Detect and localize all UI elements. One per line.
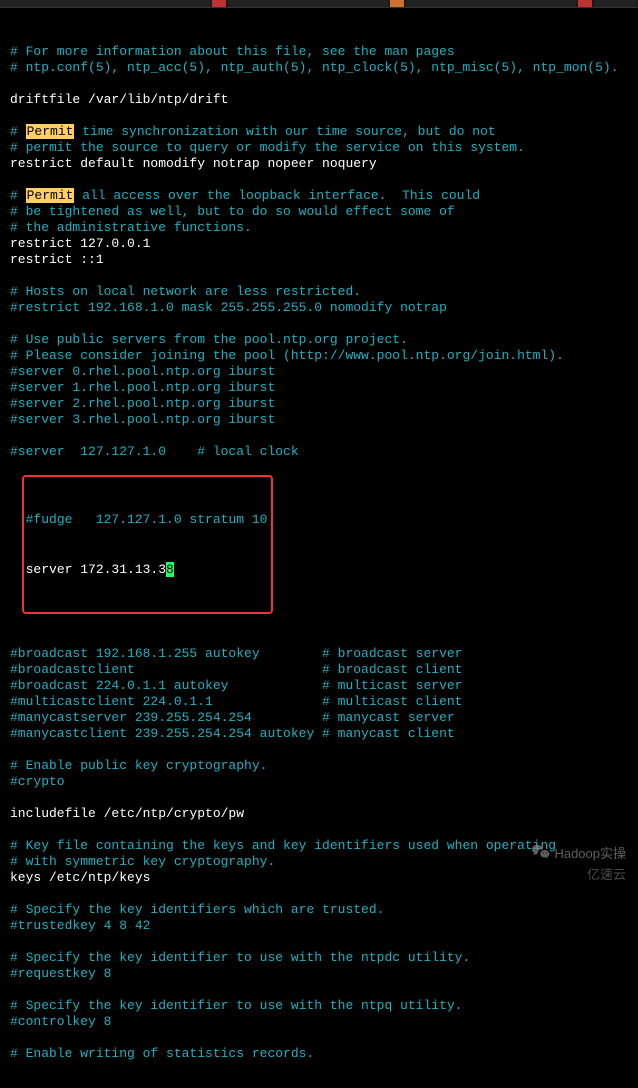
- config-line: # Please consider joining the pool (http…: [10, 348, 628, 364]
- config-line: [10, 934, 628, 950]
- search-highlight: Permit: [26, 124, 75, 139]
- config-line: # For more information about this file, …: [10, 44, 628, 60]
- config-line: [10, 982, 628, 998]
- config-line: [10, 822, 628, 838]
- config-line: restrict default nomodify notrap nopeer …: [10, 156, 628, 172]
- config-line: # Permit all access over the loopback in…: [10, 188, 628, 204]
- config-line: # Enable public key cryptography.: [10, 758, 628, 774]
- config-line: #server 2.rhel.pool.ntp.org iburst: [10, 396, 628, 412]
- config-line: [10, 428, 628, 444]
- config-line: restrict 127.0.0.1: [10, 236, 628, 252]
- config-line: # Hosts on local network are less restri…: [10, 284, 628, 300]
- config-line: #manycastclient 239.255.254.254 autokey …: [10, 726, 628, 742]
- config-line: # Key file containing the keys and key i…: [10, 838, 628, 854]
- config-line: # Specify the key identifier to use with…: [10, 950, 628, 966]
- config-line: #trustedkey 4 8 42: [10, 918, 628, 934]
- config-line: driftfile /var/lib/ntp/drift: [10, 92, 628, 108]
- config-line: #requestkey 8: [10, 966, 628, 982]
- config-line: [10, 76, 628, 92]
- highlight-annotation-box: #fudge 127.127.1.0 stratum 10 server 172…: [22, 475, 274, 614]
- search-highlight: Permit: [26, 188, 75, 203]
- config-line: # the administrative functions.: [10, 220, 628, 236]
- config-line: [10, 630, 628, 646]
- config-line: [10, 1030, 628, 1046]
- config-line: [10, 108, 628, 124]
- config-line: # with symmetric key cryptography.: [10, 854, 628, 870]
- config-line: #crypto: [10, 774, 628, 790]
- config-line: [10, 886, 628, 902]
- config-line: #server 0.rhel.pool.ntp.org iburst: [10, 364, 628, 380]
- config-line: includefile /etc/ntp/crypto/pw: [10, 806, 628, 822]
- config-line: [10, 742, 628, 758]
- config-line-edited: server 172.31.13.38: [26, 561, 268, 577]
- config-line: [10, 316, 628, 332]
- config-line: # be tightened as well, but to do so wou…: [10, 204, 628, 220]
- config-line: #server 1.rhel.pool.ntp.org iburst: [10, 380, 628, 396]
- config-line: restrict ::1: [10, 252, 628, 268]
- config-line: #fudge 127.127.1.0 stratum 10: [26, 511, 268, 527]
- config-line: # permit the source to query or modify t…: [10, 140, 628, 156]
- config-line: #multicastclient 224.0.1.1 # multicast c…: [10, 694, 628, 710]
- config-line: # Use public servers from the pool.ntp.o…: [10, 332, 628, 348]
- config-line: #server 127.127.1.0 # local clock: [10, 444, 628, 460]
- terminal-editor[interactable]: # For more information about this file, …: [0, 8, 638, 1088]
- text-cursor: 8: [166, 562, 174, 577]
- config-line: #broadcast 224.0.1.1 autokey # multicast…: [10, 678, 628, 694]
- config-line: # Enable writing of statistics records.: [10, 1046, 628, 1062]
- config-line: #broadcast 192.168.1.255 autokey # broad…: [10, 646, 628, 662]
- window-tab-strip: [0, 0, 638, 8]
- config-line: #server 3.rhel.pool.ntp.org iburst: [10, 412, 628, 428]
- config-line: #broadcastclient # broadcast client: [10, 662, 628, 678]
- config-line: # Specify the key identifiers which are …: [10, 902, 628, 918]
- config-line: #manycastserver 239.255.254.254 # manyca…: [10, 710, 628, 726]
- config-line: #controlkey 8: [10, 1014, 628, 1030]
- server-directive: server 172.31.13.3: [26, 562, 166, 577]
- config-line: # Permit time synchronization with our t…: [10, 124, 628, 140]
- config-line: [10, 790, 628, 806]
- config-line: # ntp.conf(5), ntp_acc(5), ntp_auth(5), …: [10, 60, 628, 76]
- config-line: [10, 172, 628, 188]
- config-line: keys /etc/ntp/keys: [10, 870, 628, 886]
- config-line: [10, 268, 628, 284]
- config-line: #restrict 192.168.1.0 mask 255.255.255.0…: [10, 300, 628, 316]
- config-line: # Specify the key identifier to use with…: [10, 998, 628, 1014]
